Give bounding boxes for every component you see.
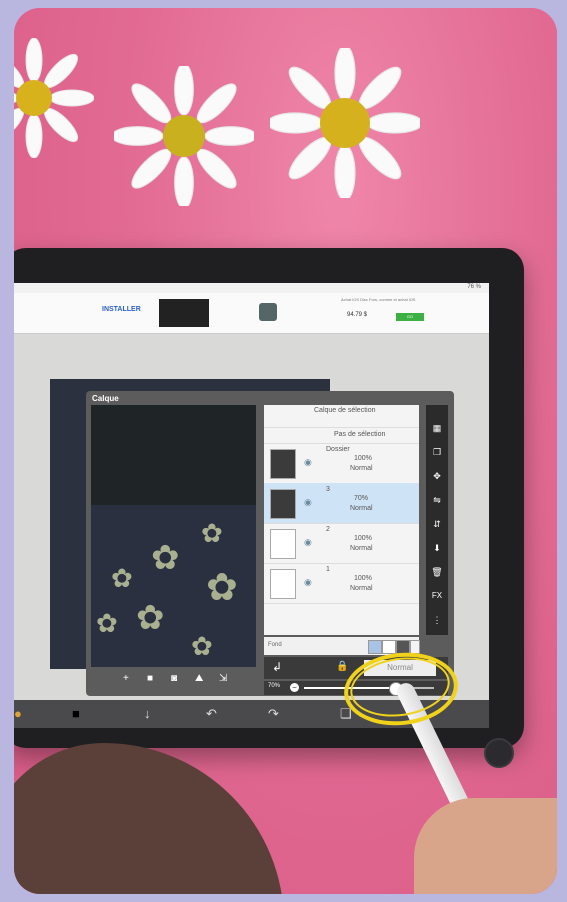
flower-shape: ✿: [191, 631, 213, 661]
eye-icon[interactable]: ◉: [304, 457, 312, 468]
new-layer-icon[interactable]: ■: [147, 673, 153, 684]
layers-list: Calque de sélection Pas de sélection ◉ D…: [264, 405, 419, 635]
layer-name: 2: [326, 526, 330, 533]
flower-shape: ✿: [96, 608, 118, 638]
flower-shape: ✿: [136, 599, 165, 637]
lock-icon[interactable]: 🔒: [336, 661, 348, 672]
flower-shape: ✿: [151, 539, 180, 577]
layer-row[interactable]: ◉ 1 100% Normal: [264, 563, 419, 604]
install-button[interactable]: INSTALLER: [102, 306, 141, 313]
camera-icon[interactable]: ◙: [171, 673, 177, 684]
layer-mode: Normal: [350, 585, 373, 592]
layer-row[interactable]: ◉ 2 100% Normal: [264, 523, 419, 564]
layer-row[interactable]: ◉ Dossier 100% Normal: [264, 443, 419, 484]
layer-thumbnail: [270, 569, 296, 599]
layer-panel: Calque ✿ ✿ ✿ ✿ ✿ ✿ ✿ Calque de sélection…: [86, 391, 454, 696]
ad-banner[interactable]: INSTALLER Achat iOS Disc Fors, comme et …: [14, 293, 489, 334]
selection-layer-label: Calque de sélection: [314, 407, 376, 414]
checker-icon[interactable]: ▦: [430, 421, 444, 435]
layer-name: Dossier: [326, 446, 350, 453]
ad-price: 94.79 $: [347, 312, 368, 318]
layer-name: 1: [326, 566, 330, 573]
download-icon[interactable]: ⬇: [430, 541, 444, 555]
flip-horizontal-icon[interactable]: ⇋: [430, 493, 444, 507]
import-icon[interactable]: ⇲: [219, 673, 227, 684]
ad-cta-button[interactable]: GO: [396, 313, 424, 321]
battery-label: 76 %: [467, 284, 481, 290]
layer-opacity: 100%: [354, 575, 372, 582]
home-button: [484, 738, 514, 768]
color-wheel-icon[interactable]: ●: [14, 706, 22, 721]
layer-mode: Normal: [350, 545, 373, 552]
daisy-flower-middle: [114, 66, 254, 206]
layer-thumbnail: [270, 489, 296, 519]
background-label: Fond: [268, 642, 282, 648]
layer-opacity: 100%: [354, 535, 372, 542]
layer-name: 3: [326, 486, 330, 493]
flower-shape: ✿: [111, 563, 133, 593]
layer-row-selected[interactable]: ◉ 3 70% Normal: [264, 483, 419, 524]
flower-shape: ✿: [206, 567, 238, 609]
layer-panel-toolbar: + ■ ◙ ⛰ ⇲: [91, 671, 256, 689]
redo-icon[interactable]: ↷: [268, 706, 279, 722]
trash-icon[interactable]: 🗑: [430, 565, 444, 579]
clip-icon[interactable]: ↲: [272, 660, 282, 674]
layer-preview: ✿ ✿ ✿ ✿ ✿ ✿ ✿: [91, 405, 256, 667]
status-bar: 76 %: [14, 283, 489, 293]
panel-title: Calque: [92, 394, 119, 403]
copy-icon[interactable]: ❐: [430, 445, 444, 459]
ad-description: Achat iOS Disc Fors, comme et achat iOS: [341, 297, 416, 302]
layer-thumbnail: [270, 529, 296, 559]
eye-icon[interactable]: ◉: [304, 497, 312, 508]
background-swatch[interactable]: [368, 640, 382, 654]
layer-opacity: 70%: [354, 495, 369, 502]
flip-vertical-icon[interactable]: ⇵: [430, 517, 444, 531]
layer-opacity: 100%: [354, 455, 372, 462]
eye-icon[interactable]: ◉: [304, 537, 312, 548]
image-icon[interactable]: ⛰: [195, 673, 203, 684]
video-frame: 76 % INSTALLER Achat iOS Disc Fors, comm…: [14, 8, 557, 894]
no-selection-label: Pas de sélection: [334, 431, 386, 438]
daisy-flower-right: [270, 48, 420, 198]
daisy-flower-left: [14, 38, 94, 158]
eye-icon[interactable]: ◉: [304, 577, 312, 588]
layer-tools-bar: ▦ ❐ ✥ ⇋ ⇵ ⬇ 🗑 FX ⋮: [426, 405, 448, 635]
background-swatch[interactable]: [382, 640, 396, 654]
layer-mode: Normal: [350, 465, 373, 472]
add-icon[interactable]: +: [123, 673, 129, 684]
color-swatch[interactable]: ■: [72, 706, 80, 721]
ad-product-icon: [259, 303, 277, 321]
layer-mode: Normal: [350, 505, 373, 512]
download-icon[interactable]: ↓: [144, 706, 151, 721]
selection-layer-row[interactable]: Calque de sélection: [264, 405, 419, 428]
flower-shape: ✿: [201, 518, 223, 548]
minus-icon[interactable]: −: [290, 683, 299, 692]
preview-top: [91, 405, 256, 505]
fx-button[interactable]: FX: [430, 589, 444, 603]
ad-image: [159, 299, 209, 327]
undo-icon[interactable]: ↶: [206, 706, 217, 722]
person-hand: [414, 798, 557, 894]
layer-thumbnail: [270, 449, 296, 479]
more-icon[interactable]: ⋮: [430, 613, 444, 627]
opacity-label: 70%: [268, 683, 281, 689]
no-selection-row: Pas de sélection: [264, 427, 419, 444]
move-icon[interactable]: ✥: [430, 469, 444, 483]
